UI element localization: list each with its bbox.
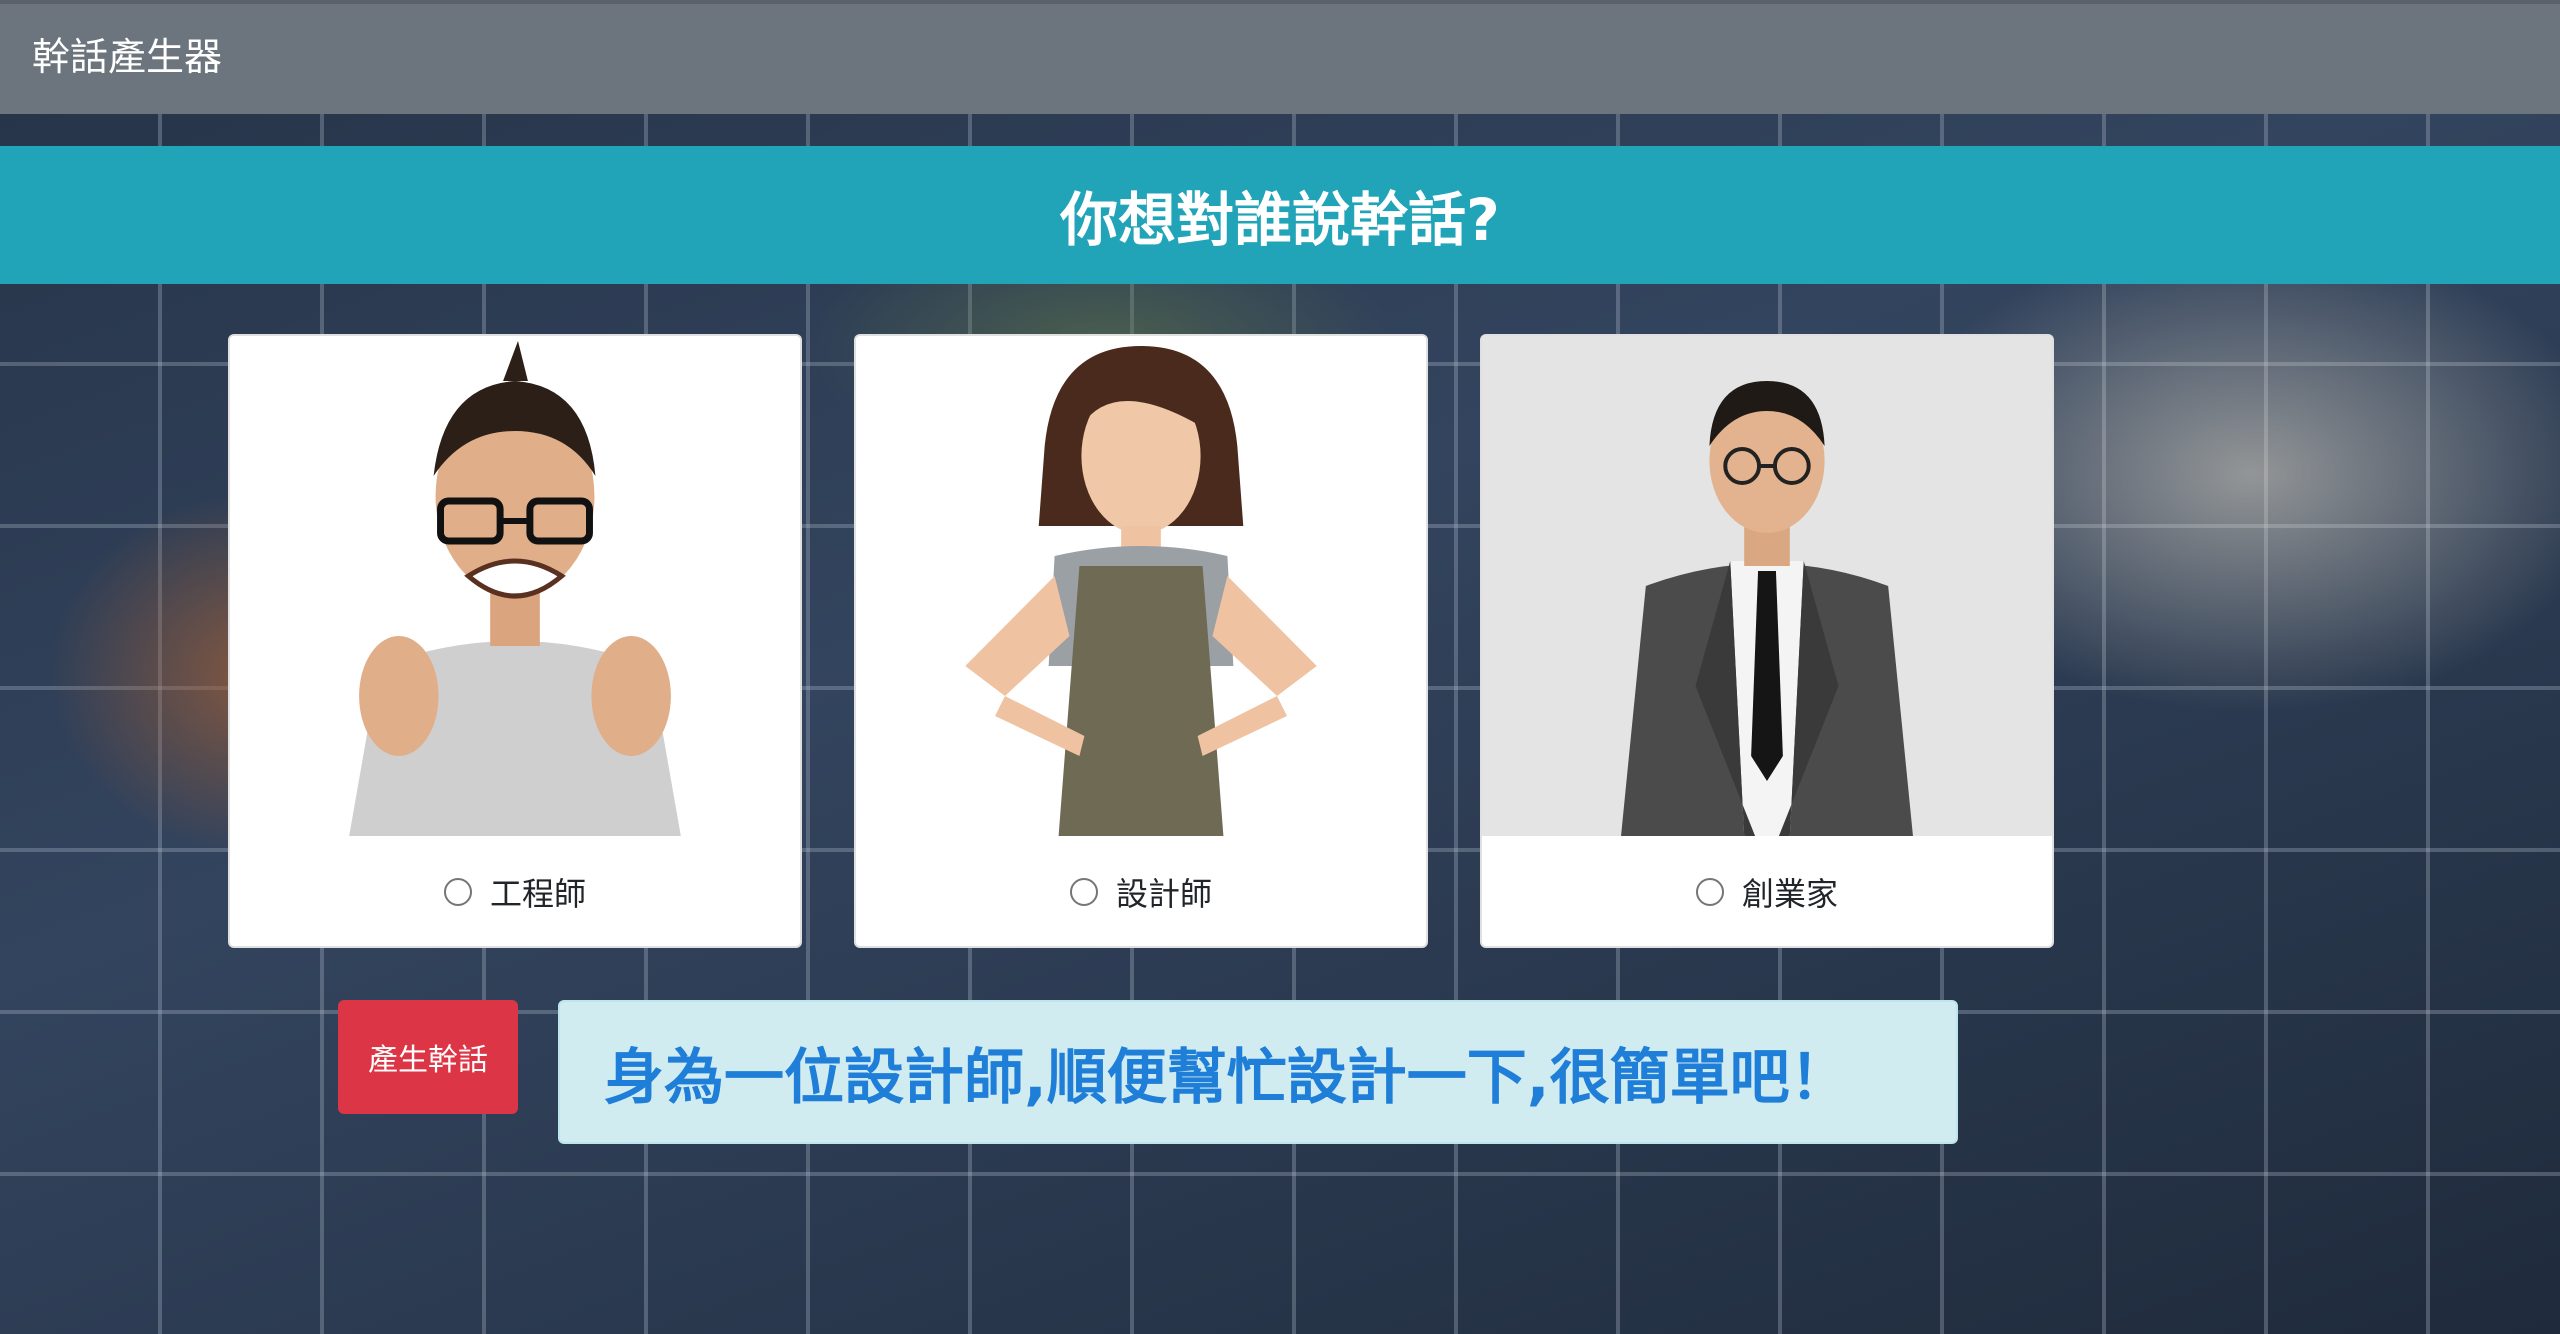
engineer-photo (230, 336, 800, 836)
radio-engineer[interactable] (443, 878, 472, 906)
entrepreneur-photo (1482, 336, 2052, 836)
generate-button[interactable]: 產生幹話 (338, 1000, 518, 1114)
result-alert: 身為一位設計師,順便幫忙設計一下,很簡單吧！ (558, 1000, 1958, 1144)
choice-engineer[interactable]: 工程師 (230, 836, 800, 946)
label-designer[interactable]: 設計師 (1116, 869, 1212, 915)
designer-photo (856, 336, 1426, 836)
choice-designer[interactable]: 設計師 (856, 836, 1426, 946)
navbar-brand[interactable]: 幹話產生器 (32, 32, 222, 82)
card-designer[interactable]: 設計師 (854, 334, 1428, 948)
result-text: 身為一位設計師,順便幫忙設計一下,很簡單吧！ (604, 1042, 1850, 1113)
question-banner: 你想對誰說幹話? (0, 146, 2560, 284)
label-entrepreneur[interactable]: 創業家 (1742, 869, 1838, 915)
label-engineer[interactable]: 工程師 (490, 869, 586, 915)
navbar: 幹話產生器 (0, 0, 2560, 114)
radio-designer[interactable] (1069, 878, 1098, 906)
card-entrepreneur[interactable]: 創業家 (1480, 334, 2054, 948)
page-title: 你想對誰說幹話? (1060, 186, 1500, 254)
choice-entrepreneur[interactable]: 創業家 (1482, 836, 2052, 946)
card-engineer[interactable]: 工程師 (228, 334, 802, 948)
radio-entrepreneur[interactable] (1695, 878, 1724, 906)
